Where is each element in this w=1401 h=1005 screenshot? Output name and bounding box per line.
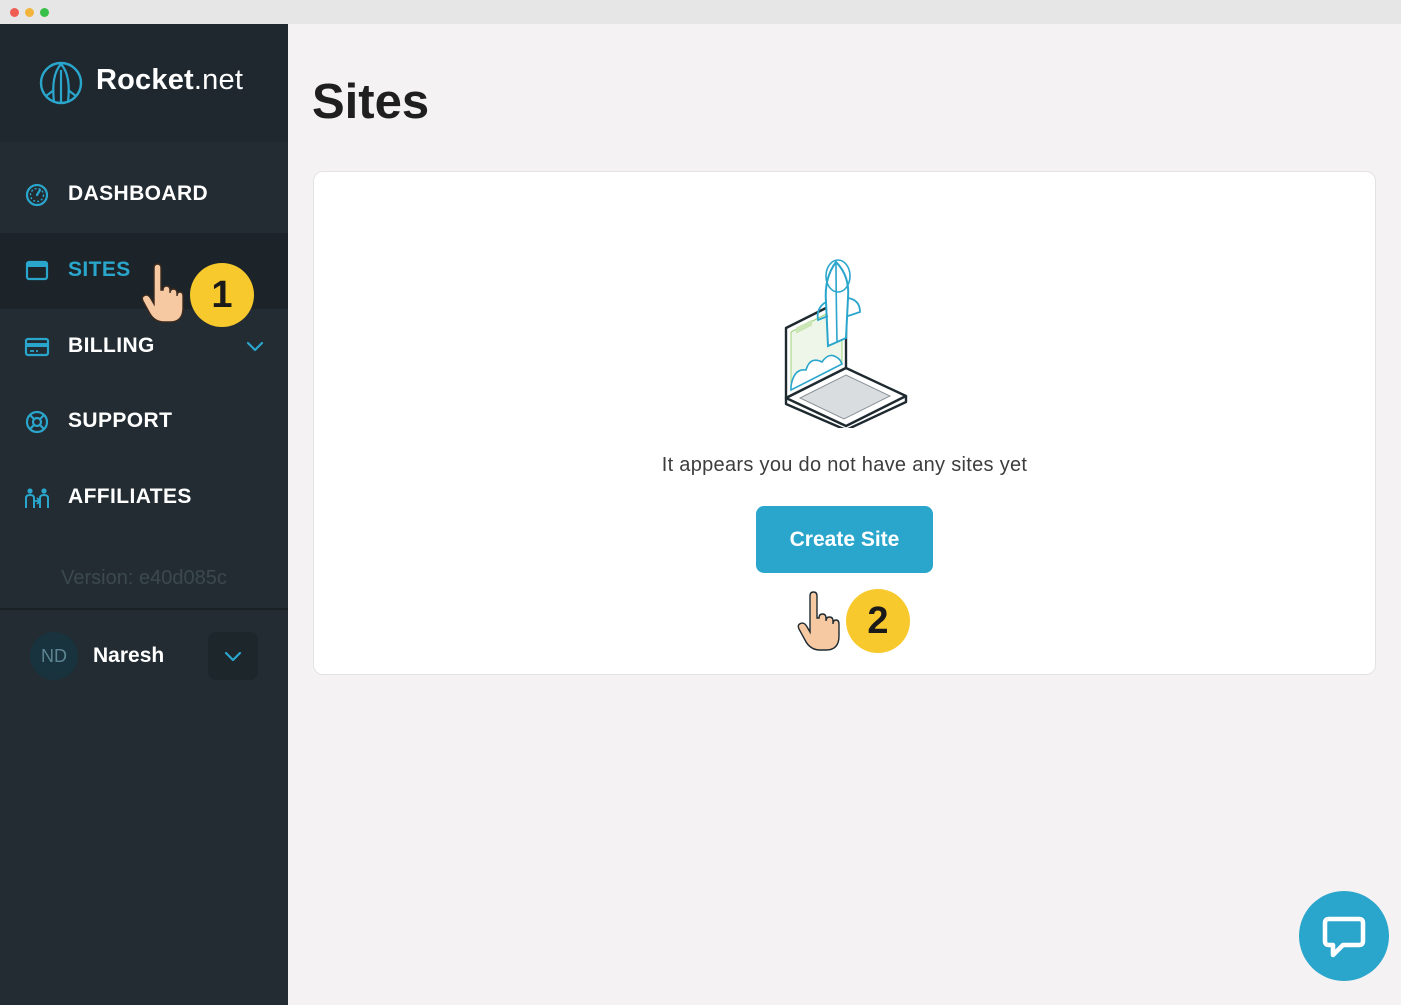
brand-name: Rocket.net: [96, 64, 243, 97]
pointing-hand-icon: [141, 263, 184, 323]
brand-name-bold: Rocket: [96, 64, 194, 96]
user-menu-toggle-button[interactable]: [208, 632, 258, 680]
dashboard-gauge-icon: [25, 183, 49, 207]
sidebar-item-label: SUPPORT: [68, 409, 173, 432]
chevron-down-icon: [224, 651, 242, 662]
page-title: Sites: [312, 75, 430, 129]
pointing-hand-icon: [797, 591, 840, 651]
window-titlebar: [0, 0, 1401, 24]
window-close-dot[interactable]: [10, 8, 19, 17]
version-label: Version: e40d085c: [61, 567, 227, 589]
sidebar-item-label: DASHBOARD: [68, 182, 209, 205]
chat-bubble-icon: [1322, 916, 1366, 958]
empty-state-card: It appears you do not have any sites yet…: [313, 171, 1376, 675]
credit-card-icon: [24, 337, 50, 357]
empty-state-message: It appears you do not have any sites yet: [661, 454, 1028, 476]
lifebuoy-icon: [25, 410, 49, 434]
brand-name-tld: .net: [193, 64, 244, 96]
sidebar-divider: [0, 608, 288, 610]
sidebar-item-label: SITES: [68, 258, 131, 281]
sidebar-item-label: AFFILIATES: [68, 485, 192, 508]
rocket-logo-icon: [39, 61, 83, 105]
logo-area[interactable]: Rocket.net: [0, 24, 288, 142]
people-icon: [25, 488, 49, 508]
sidebar-item-label: BILLING: [68, 334, 155, 357]
sidebar-item-affiliates[interactable]: AFFILIATES: [0, 460, 288, 536]
step-badge-2: 2: [846, 589, 910, 653]
window-maximize-dot[interactable]: [40, 8, 49, 17]
sidebar: Rocket.net DASHBOARD SITES BILLING SUPPO…: [0, 24, 288, 1005]
sidebar-item-support[interactable]: SUPPORT: [0, 384, 288, 460]
laptop-rocket-illustration: [784, 259, 908, 428]
sidebar-item-dashboard[interactable]: DASHBOARD: [0, 157, 288, 233]
chevron-down-icon[interactable]: [246, 339, 264, 353]
chat-launcher-button[interactable]: [1299, 891, 1389, 981]
step-badge-1: 1: [190, 263, 254, 327]
window-minimize-dot[interactable]: [25, 8, 34, 17]
user-name: Naresh: [93, 644, 165, 667]
user-menu[interactable]: ND Naresh: [0, 624, 288, 688]
browser-window-icon: [25, 260, 49, 281]
avatar: ND: [30, 632, 78, 680]
create-site-button[interactable]: Create Site: [756, 506, 933, 573]
